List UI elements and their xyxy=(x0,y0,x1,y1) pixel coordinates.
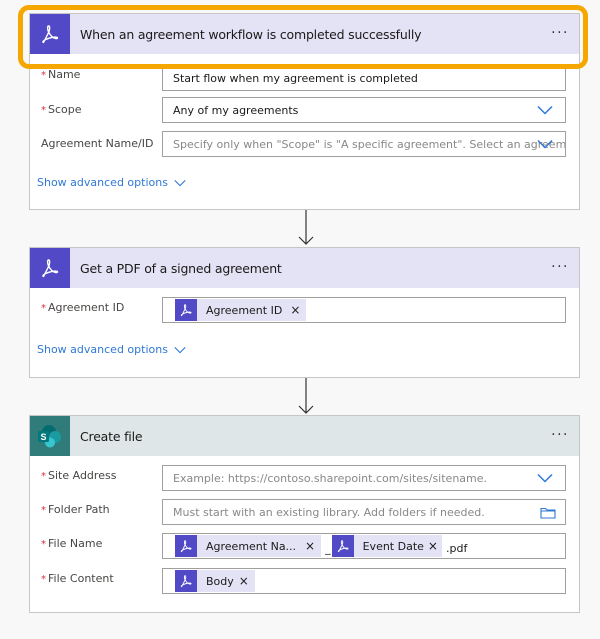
suffix-text: .pdf xyxy=(445,542,468,555)
field-row-file-content: * File Content Body × xyxy=(30,568,579,595)
token-agreement-name[interactable]: Agreement Na... × xyxy=(175,535,322,557)
show-advanced-options-link[interactable]: Show advanced options xyxy=(37,176,186,189)
card-title: Get a PDF of a signed agreement xyxy=(80,260,282,276)
name-input[interactable]: Start flow when my agreement is complete… xyxy=(162,65,566,91)
create-file-card: S Create file ··· * Site Address Example:… xyxy=(29,415,580,613)
token-body[interactable]: Body × xyxy=(175,570,255,592)
field-label: * Site Address xyxy=(41,469,117,482)
chevron-down-icon[interactable] xyxy=(537,105,553,115)
arrow-down-icon xyxy=(298,378,314,414)
adobe-acrobat-sign-icon xyxy=(30,248,70,288)
field-row-agreement-name-id: Agreement Name/ID Specify only when "Sco… xyxy=(30,131,579,158)
file-content-input[interactable]: Body × xyxy=(162,568,566,594)
field-label: Agreement Name/ID xyxy=(41,137,154,150)
adobe-acrobat-sign-icon xyxy=(175,570,197,592)
show-advanced-options-link[interactable]: Show advanced options xyxy=(37,343,186,356)
separator-text: _ xyxy=(325,542,331,555)
token-event-date[interactable]: Event Date × xyxy=(331,535,442,557)
chevron-down-icon xyxy=(174,346,186,353)
field-label: * Name xyxy=(41,68,81,81)
get-pdf-card: Get a PDF of a signed agreement ··· * Agr… xyxy=(29,247,580,378)
field-row-folder-path: * Folder Path Must start with an existing… xyxy=(30,499,579,526)
site-address-dropdown[interactable]: Example: https://contoso.sharepoint.com/… xyxy=(162,465,566,491)
arrow-down-icon xyxy=(298,210,314,245)
remove-token-button[interactable]: × xyxy=(239,574,249,588)
folder-path-input[interactable]: Must start with an existing library. Add… xyxy=(162,499,566,525)
token-agreement-id[interactable]: Agreement ID × xyxy=(175,299,307,321)
field-label: * Agreement ID xyxy=(41,301,125,314)
chevron-down-icon[interactable] xyxy=(537,139,553,149)
field-row-name: * Name Start flow when my agreement is co… xyxy=(30,65,579,93)
more-options-button[interactable]: ··· xyxy=(551,428,569,442)
get-pdf-card-header[interactable]: Get a PDF of a signed agreement ··· xyxy=(30,248,579,288)
trigger-card: When an agreement workflow is completed … xyxy=(29,13,580,210)
svg-text:S: S xyxy=(40,432,46,442)
field-label: * Scope xyxy=(41,103,82,116)
adobe-acrobat-sign-icon xyxy=(175,299,197,321)
chevron-down-icon xyxy=(174,179,186,186)
adobe-acrobat-sign-icon xyxy=(30,14,70,54)
card-title: Create file xyxy=(80,428,143,444)
field-row-file-name: * File Name Agreement Na... × _ Event Dat… xyxy=(30,533,579,560)
adobe-acrobat-sign-icon xyxy=(175,535,197,557)
field-label: * File Content xyxy=(41,572,114,585)
remove-token-button[interactable]: × xyxy=(305,539,315,553)
card-title: When an agreement workflow is completed … xyxy=(80,26,422,42)
field-row-agreement-id: * Agreement ID Agreement ID × xyxy=(30,297,579,324)
field-label: * Folder Path xyxy=(41,503,110,516)
agreement-name-id-dropdown[interactable]: Specify only when "Scope" is "A specific… xyxy=(162,131,566,157)
sharepoint-icon: S xyxy=(30,416,70,456)
field-label: * File Name xyxy=(41,537,103,550)
adobe-acrobat-sign-icon xyxy=(331,535,354,557)
file-name-input[interactable]: Agreement Na... × _ Event Date × .pdf xyxy=(162,533,566,559)
trigger-card-header[interactable]: When an agreement workflow is completed … xyxy=(30,14,579,54)
field-row-scope: * Scope Any of my agreements xyxy=(30,97,579,124)
field-row-site-address: * Site Address Example: https://contoso.s… xyxy=(30,465,579,492)
remove-token-button[interactable]: × xyxy=(428,539,438,553)
more-options-button[interactable]: ··· xyxy=(551,26,569,40)
remove-token-button[interactable]: × xyxy=(290,303,300,317)
folder-icon[interactable] xyxy=(540,506,556,519)
chevron-down-icon[interactable] xyxy=(537,473,553,483)
scope-dropdown[interactable]: Any of my agreements xyxy=(162,97,566,123)
more-options-button[interactable]: ··· xyxy=(551,260,569,274)
agreement-id-input[interactable]: Agreement ID × xyxy=(162,297,566,323)
create-file-card-header[interactable]: S Create file ··· xyxy=(30,416,579,456)
